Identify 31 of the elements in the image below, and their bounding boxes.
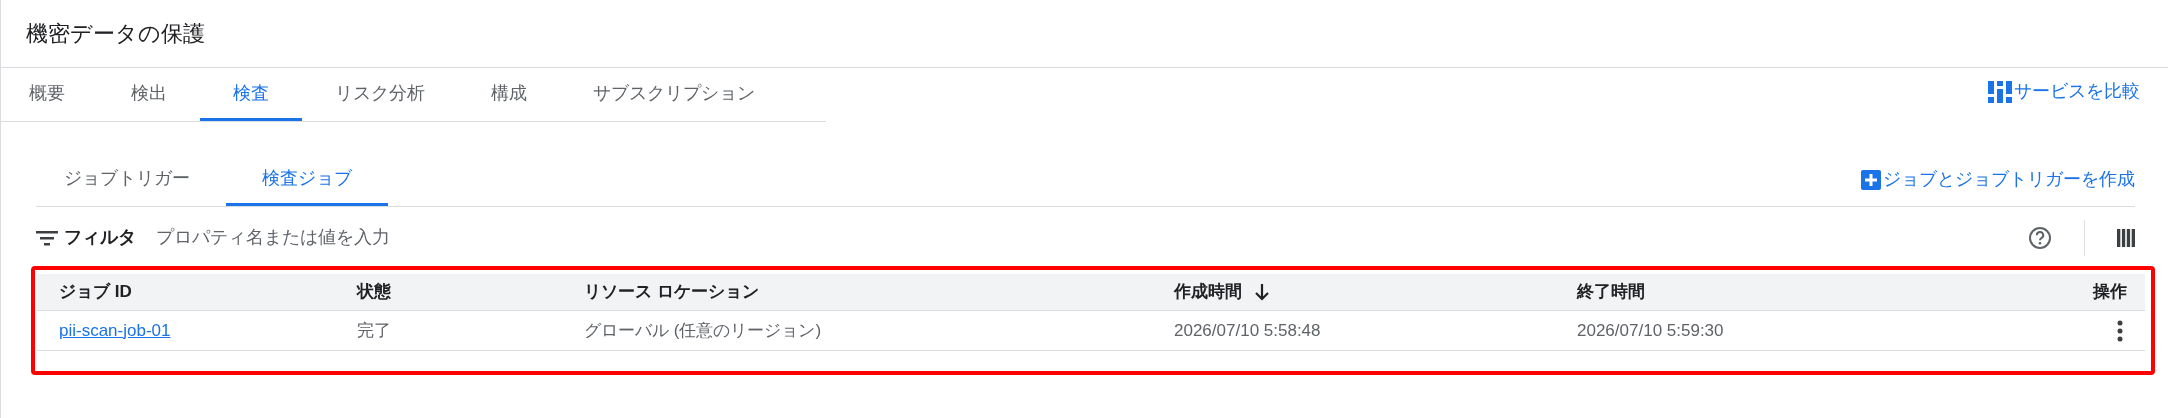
create-job-link[interactable]: ジョブとジョブトリガーを作成 bbox=[1861, 166, 2135, 193]
nav-tab[interactable]: サブスクリプション bbox=[560, 68, 788, 121]
compare-services-link[interactable]: サービスを比較 bbox=[1988, 78, 2140, 105]
column-header: リソース ロケーション bbox=[584, 281, 759, 304]
sub-tab[interactable]: 検査ジョブ bbox=[226, 153, 388, 206]
table-cell-text: グローバル (任意のリージョン) bbox=[584, 319, 822, 342]
nav-tab[interactable]: 概要 bbox=[1, 68, 98, 121]
job-id-link[interactable]: pii-scan-job-01 bbox=[59, 317, 171, 344]
column-header: 操作 bbox=[2093, 281, 2127, 304]
table-cell-text: 2026/07/10 5:58:48 bbox=[1174, 319, 1321, 342]
filter-label: フィルタ bbox=[64, 226, 136, 249]
help-icon[interactable] bbox=[2028, 225, 2052, 250]
column-header: 状態 bbox=[357, 281, 391, 304]
filter-field[interactable]: プロパティ名または値を入力 bbox=[154, 223, 754, 252]
filter-icon[interactable] bbox=[36, 229, 58, 246]
column-header[interactable]: 作成時間 bbox=[1174, 279, 1242, 305]
table-cell-text: 2026/07/10 5:59:30 bbox=[1577, 319, 1724, 342]
more-icon[interactable] bbox=[2117, 319, 2123, 342]
add-icon bbox=[1861, 169, 1881, 190]
compare-icon bbox=[1988, 80, 2012, 103]
page-title: 機密データの保護 bbox=[26, 20, 205, 48]
table-cell-text: 完了 bbox=[357, 319, 391, 342]
nav-tab[interactable]: リスク分析 bbox=[302, 68, 458, 121]
columns-icon[interactable] bbox=[2117, 228, 2135, 247]
nav-tab[interactable]: 構成 bbox=[458, 68, 560, 121]
nav-tab[interactable]: 検出 bbox=[98, 68, 200, 121]
nav-tab[interactable]: 検査 bbox=[200, 68, 302, 121]
column-header: 終了時間 bbox=[1577, 281, 1645, 304]
sort-arrow-icon[interactable] bbox=[1254, 283, 1270, 301]
sub-tab[interactable]: ジョブトリガー bbox=[28, 153, 226, 206]
column-header: ジョブ ID bbox=[59, 281, 132, 304]
